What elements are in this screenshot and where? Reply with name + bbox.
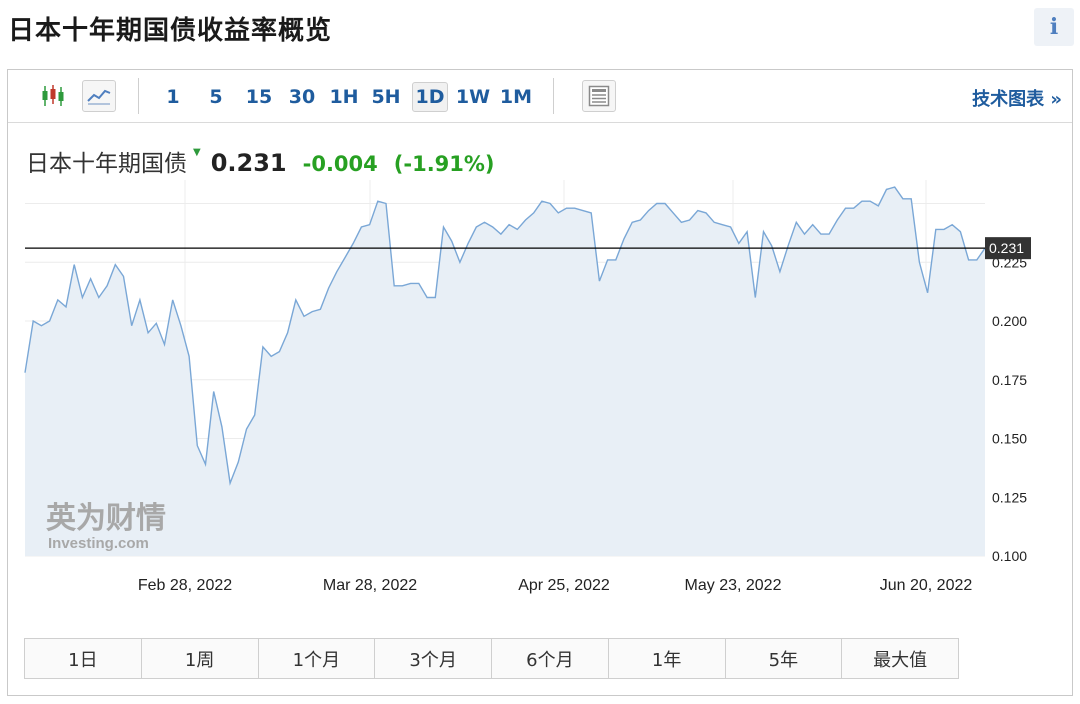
x-tick-label: Jun 20, 2022 [880, 577, 973, 594]
range-5y[interactable]: 5年 [725, 639, 843, 678]
range-3m[interactable]: 3个月 [375, 639, 492, 678]
x-tick-label: May 23, 2022 [685, 577, 782, 594]
range-max[interactable]: 最大值 [842, 639, 958, 678]
y-tick-label: 0.100 [992, 548, 1027, 564]
range-1w[interactable]: 1周 [141, 639, 259, 678]
y-tick-label: 0.175 [992, 372, 1027, 388]
range-1y[interactable]: 1年 [608, 639, 726, 678]
range-1d[interactable]: 1日 [25, 639, 142, 678]
info-button[interactable]: i [1034, 8, 1074, 46]
x-tick-label: Apr 25, 2022 [518, 577, 610, 594]
x-tick-label: Mar 28, 2022 [323, 577, 417, 594]
y-tick-label: 0.125 [992, 489, 1027, 505]
x-tick-label: Feb 28, 2022 [138, 577, 232, 594]
y-tick-label: 0.150 [992, 431, 1027, 447]
y-tick-label: 0.200 [992, 313, 1027, 329]
range-6m[interactable]: 6个月 [492, 639, 609, 678]
info-icon: i [1049, 14, 1059, 40]
page-title: 日本十年期国债收益率概览 [8, 16, 333, 46]
price-chart[interactable]: 英为财情Investing.com 0.100 0.125 0.150 0.175 0.2… [8, 70, 1072, 630]
last-price-tag-label: 0.231 [989, 240, 1024, 256]
watermark-cn: 英为财情 [46, 501, 166, 536]
range-selector: 1日 1周 1个月 3个月 6个月 1年 5年 最大值 [24, 638, 959, 679]
watermark-en: Investing.com [48, 535, 149, 552]
range-1m[interactable]: 1个月 [258, 639, 376, 678]
chart-widget: 1 5 15 30 1H 5H 1D 1W 1M 技术图表 » 日本十年期国债 … [7, 69, 1073, 696]
